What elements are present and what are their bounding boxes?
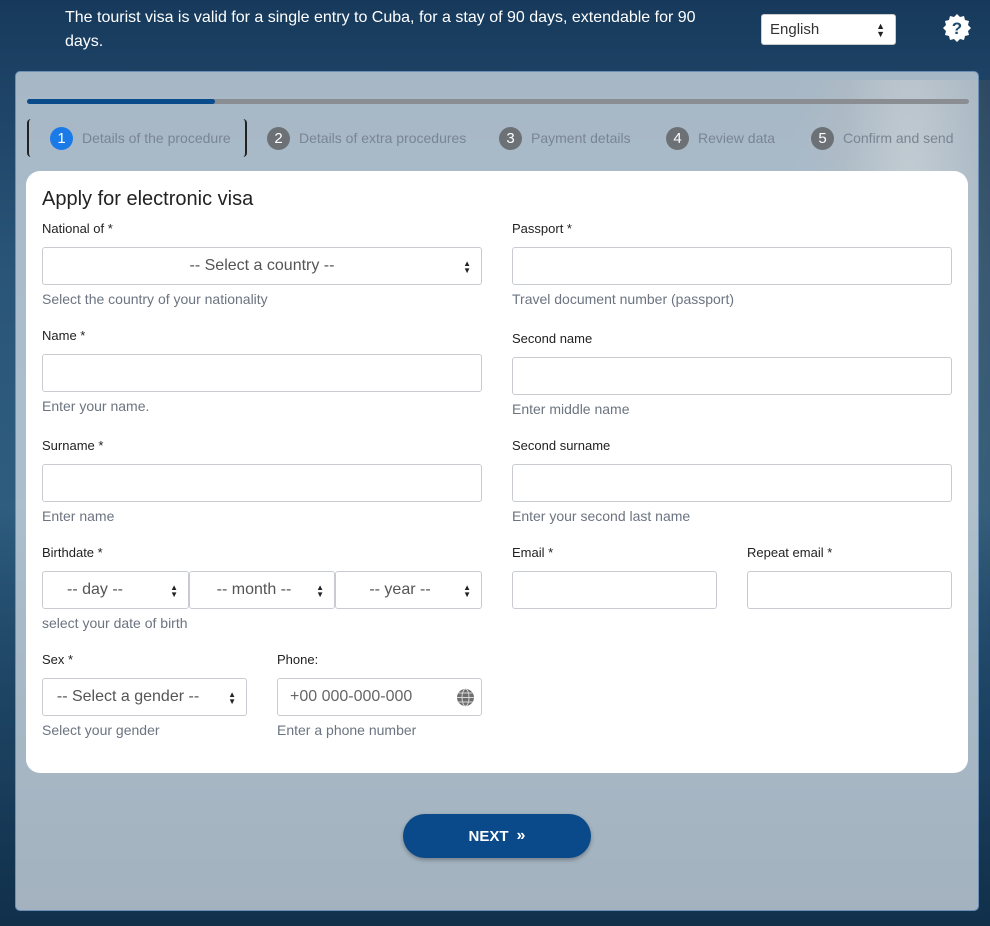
visa-notice: The tourist visa is valid for a single e… bbox=[65, 9, 696, 50]
select-caret-icon: ▲ ▼ bbox=[463, 583, 471, 599]
country-select[interactable]: -- Select a country -- ▲ ▼ bbox=[42, 247, 482, 285]
step-number: 5 bbox=[811, 126, 834, 150]
svg-text:?: ? bbox=[952, 19, 962, 38]
select-caret-icon: ▲ ▼ bbox=[463, 259, 471, 275]
sex-help: Select your gender bbox=[42, 722, 160, 738]
repeat-email-label: Repeat email * bbox=[747, 545, 833, 560]
birthdate-label: Birthdate * bbox=[42, 545, 103, 560]
step-5[interactable]: 5 Confirm and send bbox=[811, 119, 954, 157]
step-label: Confirm and send bbox=[843, 130, 954, 146]
select-caret-icon: ▲ ▼ bbox=[876, 21, 885, 39]
national-help: Select the country of your nationality bbox=[42, 291, 268, 307]
step-label: Payment details bbox=[531, 130, 631, 146]
name-label: Name * bbox=[42, 328, 86, 343]
second-surname-help: Enter your second last name bbox=[512, 508, 691, 524]
month-select-value: -- month -- bbox=[216, 581, 292, 598]
second-surname-input[interactable] bbox=[512, 464, 952, 502]
language-value: English bbox=[770, 21, 820, 38]
step-number: 1 bbox=[50, 126, 73, 150]
progress-bar bbox=[27, 99, 969, 104]
step-3[interactable]: 3 Payment details bbox=[499, 119, 631, 157]
email-label: Email * bbox=[512, 545, 554, 560]
gender-select-value: -- Select a gender -- bbox=[56, 688, 200, 705]
globe-icon[interactable] bbox=[456, 688, 475, 707]
step-2[interactable]: 2 Details of extra procedures bbox=[267, 119, 466, 157]
step-number: 3 bbox=[499, 126, 522, 150]
step-label: Review data bbox=[698, 130, 776, 146]
progress-fill bbox=[27, 99, 216, 104]
step-number: 4 bbox=[666, 126, 689, 150]
passport-label: Passport * bbox=[512, 221, 572, 236]
month-select[interactable]: -- month -- ▲ ▼ bbox=[189, 571, 335, 609]
step-number: 2 bbox=[267, 126, 290, 150]
second-name-input[interactable] bbox=[512, 357, 952, 395]
day-select[interactable]: -- day -- ▲ ▼ bbox=[42, 571, 189, 609]
step-4[interactable]: 4 Review data bbox=[666, 119, 775, 157]
national-label: National of * bbox=[42, 221, 113, 236]
day-select-value: -- day -- bbox=[67, 581, 123, 598]
second-name-help: Enter middle name bbox=[512, 401, 630, 417]
name-input[interactable] bbox=[42, 354, 482, 392]
birthdate-help: select your date of birth bbox=[42, 615, 188, 631]
name-help: Enter your name. bbox=[42, 398, 150, 414]
year-select[interactable]: -- year -- ▲ ▼ bbox=[335, 571, 482, 609]
language-select[interactable]: English ▲ ▼ bbox=[761, 14, 896, 45]
surname-label: Surname * bbox=[42, 438, 104, 453]
passport-help: Travel document number (passport) bbox=[512, 291, 735, 307]
form-title: Apply for electronic visa bbox=[42, 188, 254, 210]
phone-placeholder: +00 000-000-000 bbox=[290, 688, 413, 705]
phone-label: Phone: bbox=[277, 652, 319, 667]
phone-help: Enter a phone number bbox=[277, 722, 417, 738]
visa-form-card: Apply for electronic visa National of * … bbox=[26, 171, 968, 773]
email-input[interactable] bbox=[512, 571, 717, 609]
year-select-value: -- year -- bbox=[369, 581, 431, 598]
select-caret-icon: ▲ ▼ bbox=[228, 690, 236, 706]
next-button[interactable]: NEXT » bbox=[403, 814, 591, 858]
phone-input[interactable]: +00 000-000-000 bbox=[277, 678, 482, 716]
double-chevron-right-icon: » bbox=[516, 827, 526, 844]
repeat-email-input[interactable] bbox=[747, 571, 952, 609]
second-name-label: Second name bbox=[512, 331, 593, 346]
country-select-value: -- Select a country -- bbox=[189, 257, 335, 274]
gender-select[interactable]: -- Select a gender -- ▲ ▼ bbox=[42, 678, 247, 716]
step-label: Details of extra procedures bbox=[299, 130, 467, 146]
surname-input[interactable] bbox=[42, 464, 482, 502]
sex-label: Sex * bbox=[42, 652, 74, 667]
step-1[interactable]: 1 Details of the procedure bbox=[27, 119, 247, 157]
help-icon[interactable]: ? bbox=[942, 13, 972, 43]
wizard-steps: 1 Details of the procedure 2 Details of … bbox=[16, 119, 980, 159]
select-caret-icon: ▲ ▼ bbox=[316, 583, 324, 599]
second-surname-label: Second surname bbox=[512, 438, 611, 453]
next-label: NEXT bbox=[468, 827, 509, 845]
passport-input[interactable] bbox=[512, 247, 952, 285]
select-caret-icon: ▲ ▼ bbox=[170, 583, 178, 599]
step-label: Details of the procedure bbox=[82, 130, 231, 146]
surname-help: Enter name bbox=[42, 508, 115, 524]
